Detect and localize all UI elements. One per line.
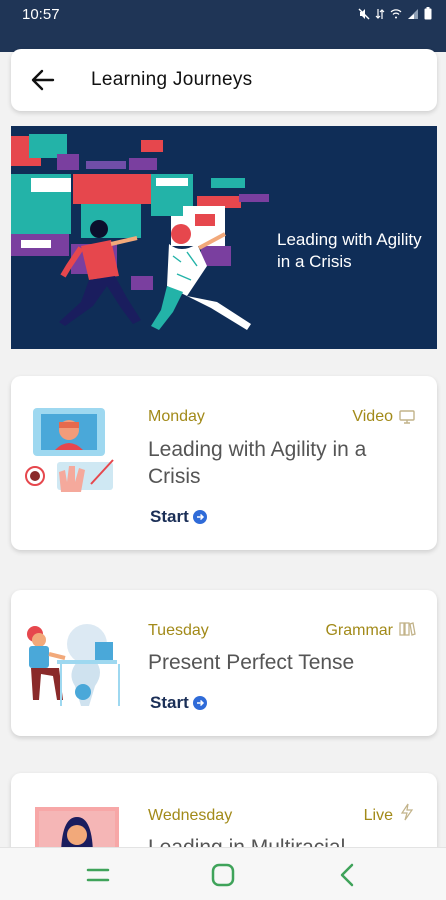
journey-card-tuesday[interactable]: Tuesday Grammar Present Perfect Tense St… [11, 590, 437, 736]
system-back-button[interactable] [333, 860, 363, 890]
app-header: Learning Journeys [11, 49, 437, 111]
status-bar: 10:57 [0, 0, 446, 30]
start-label: Start [150, 507, 189, 526]
video-call-illustration [25, 408, 114, 492]
monitor-icon [399, 410, 415, 424]
signal-icon [407, 7, 419, 25]
mute-icon [358, 7, 370, 25]
start-button[interactable]: Start [150, 693, 207, 713]
wifi-off-icon [390, 7, 402, 25]
card-type: Video [352, 408, 393, 425]
card-title: Present Perfect Tense [148, 651, 355, 674]
start-label: Start [150, 693, 189, 712]
battery-icon [424, 7, 432, 25]
desk-work-illustration [27, 624, 120, 706]
start-button[interactable]: Start [150, 507, 207, 527]
system-navigation-bar [0, 847, 446, 900]
status-time: 10:57 [22, 6, 60, 23]
arrow-left-icon [31, 69, 55, 91]
banner-title: Leading with Agility in a Crisis [277, 230, 422, 271]
back-button[interactable] [29, 66, 57, 94]
recent-apps-button[interactable] [83, 860, 113, 890]
card-type: Grammar [325, 622, 393, 639]
status-icons [358, 7, 432, 25]
data-arrows-icon [375, 7, 385, 25]
chevron-left-icon [340, 863, 354, 887]
card-day: Tuesday [148, 622, 209, 639]
menu-lines-icon [86, 868, 110, 882]
home-square-icon [211, 863, 235, 887]
book-icon [399, 622, 416, 636]
lightning-icon [400, 803, 414, 821]
journey-card-monday[interactable]: Monday Video Leading with Agility in a C… [11, 376, 437, 550]
arrow-right-circle-icon [192, 696, 207, 710]
arrow-right-circle-icon [192, 510, 207, 524]
card-day: Monday [148, 408, 205, 425]
journey-banner[interactable]: Leading with Agility in a Crisis [11, 126, 437, 349]
page-title: Learning Journeys [91, 69, 253, 90]
card-type: Live [363, 807, 393, 824]
home-button[interactable] [208, 860, 238, 890]
card-title: Leading with Agility in a Crisis [148, 438, 367, 488]
card-day: Wednesday [148, 807, 233, 824]
